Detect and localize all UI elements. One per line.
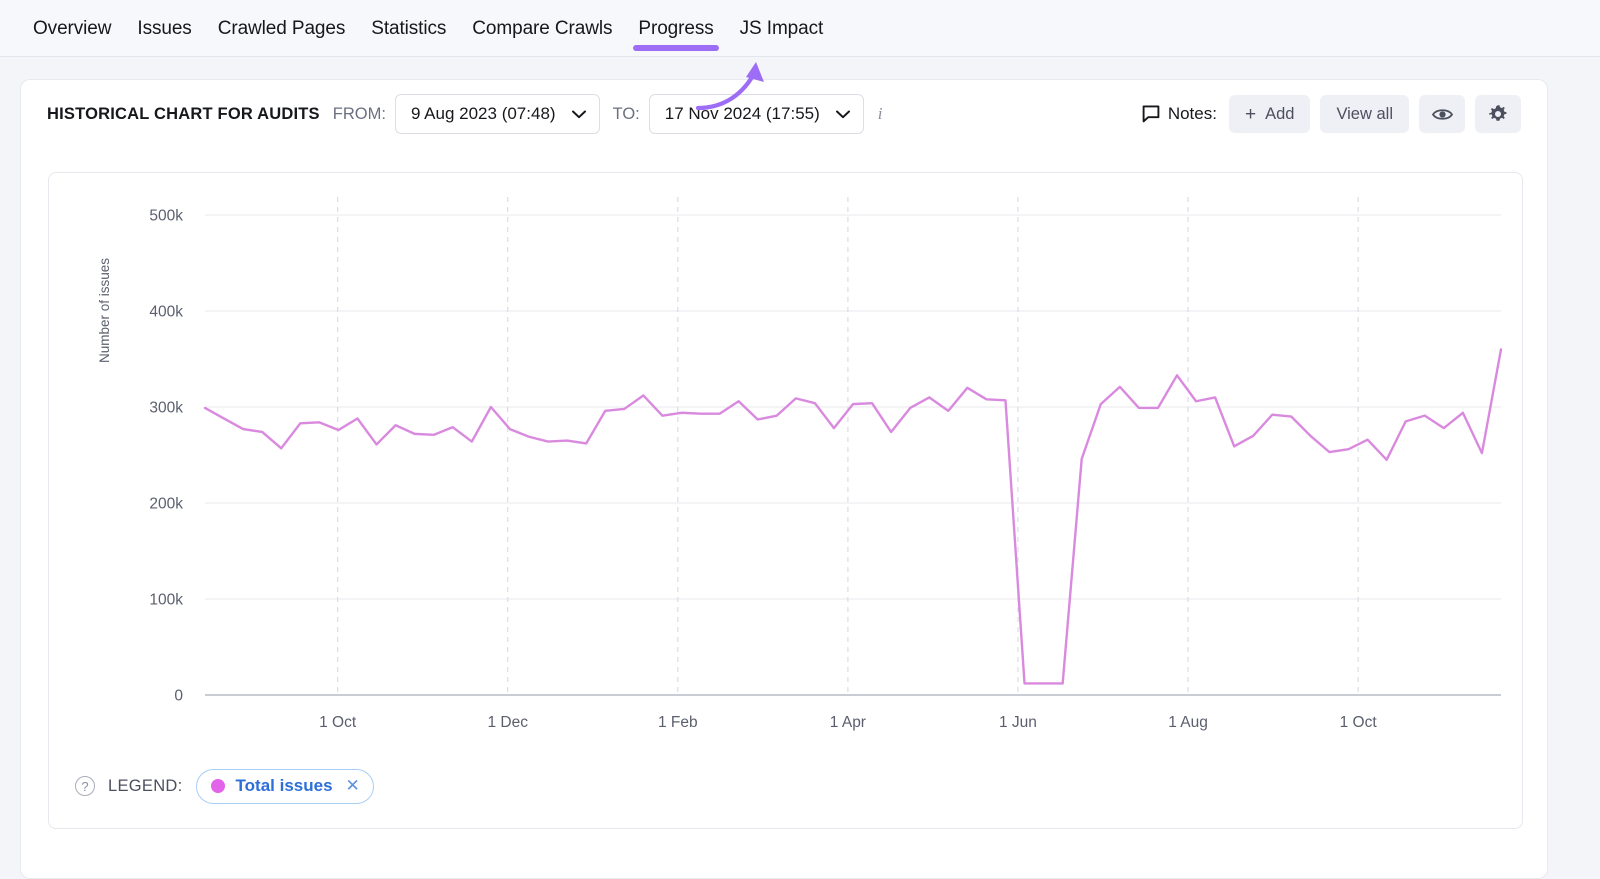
to-date-select[interactable]: 17 Nov 2024 (17:55) [648,94,864,134]
chevron-down-icon [835,110,850,118]
x-axis-tick-label: 1 Oct [1340,714,1378,731]
panel-header: HISTORICAL CHART FOR AUDITS FROM: 9 Aug … [21,80,1547,148]
close-x-icon[interactable]: ✕ [346,776,360,796]
y-axis-tick-label: 500k [149,208,183,225]
comment-icon [1142,105,1160,123]
y-axis-tick-label: 200k [149,496,183,513]
from-label: FROM: [332,104,386,123]
notes-label-group: Notes: [1142,104,1217,124]
plot-area: 0 100k 200k 300k 400k 500k 1 Oct 1 Dec 1 Feb 1 Ap… [49,173,1522,733]
tab-progress[interactable]: Progress [625,0,726,57]
y-axis-tick-label: 100k [149,592,183,609]
tab-label: Overview [33,17,112,39]
tab-label: Compare Crawls [472,17,613,39]
x-axis-tick-label: 1 Feb [658,714,698,731]
eye-icon [1431,108,1453,120]
x-axis-tick-label: 1 Dec [487,714,528,731]
to-label: TO: [612,104,640,123]
tab-compare-crawls[interactable]: Compare Crawls [459,0,625,57]
tab-label: Crawled Pages [217,17,346,39]
info-icon[interactable]: i [878,104,883,124]
line-chart-svg[interactable]: 0 100k 200k 300k 400k 500k 1 Oct 1 Dec 1 Feb 1 Ap… [49,173,1522,753]
y-axis-tick-label: 0 [174,688,183,705]
legend-label: LEGEND: [108,776,183,795]
x-axis-tick-label: 1 Aug [1168,714,1208,731]
x-axis-tick-label: 1 Oct [319,714,357,731]
legend-item-total-issues[interactable]: Total issues ✕ [195,768,374,804]
add-note-button[interactable]: + Add [1228,95,1311,133]
to-date-value: 17 Nov 2024 (17:55) [664,104,820,123]
tab-label: Issues [137,17,192,39]
gear-icon [1489,105,1507,121]
y-axis-tick-label: 300k [149,400,183,417]
notes-text: Notes: [1167,104,1217,123]
tab-label: Statistics [371,17,447,39]
series-line-total-issues[interactable] [203,348,1503,685]
tab-issues[interactable]: Issues [124,0,204,57]
add-button-label: Add [1265,104,1295,123]
x-axis-tick-label: 1 Apr [830,714,866,731]
panel-header-actions: Notes: + Add View all [1142,95,1521,133]
tab-crawled-pages[interactable]: Crawled Pages [205,0,359,57]
view-all-button-label: View all [1336,104,1393,123]
tab-label: JS Impact [739,17,824,39]
tab-js-impact[interactable]: JS Impact [727,0,837,57]
from-date-value: 9 Aug 2023 (07:48) [410,104,556,123]
from-date-select[interactable]: 9 Aug 2023 (07:48) [394,94,600,134]
question-mark-icon[interactable]: ? [75,776,95,796]
tab-statistics[interactable]: Statistics [358,0,459,57]
chevron-down-icon [571,110,586,118]
view-all-notes-button[interactable]: View all [1320,95,1409,133]
y-axis-tick-label: 400k [149,304,183,321]
legend-series-label: Total issues [235,776,333,795]
legend-color-swatch [210,779,225,793]
chart-settings-button[interactable] [1475,95,1521,133]
tab-overview[interactable]: Overview [20,0,124,57]
toggle-visibility-button[interactable] [1419,95,1465,133]
chart-container: Number of issues 0 100k 200k 300k 400k 500k 1 … [48,172,1523,829]
page-title: HISTORICAL CHART FOR AUDITS [47,104,320,123]
plus-icon: + [1244,103,1257,125]
tab-label: Progress [638,17,714,39]
historical-chart-panel: HISTORICAL CHART FOR AUDITS FROM: 9 Aug … [20,79,1548,879]
primary-tab-bar: Overview Issues Crawled Pages Statistics… [0,0,1600,57]
chart-legend: ? LEGEND: Total issues ✕ [49,766,1522,806]
x-axis-tick-label: 1 Jun [999,714,1037,731]
